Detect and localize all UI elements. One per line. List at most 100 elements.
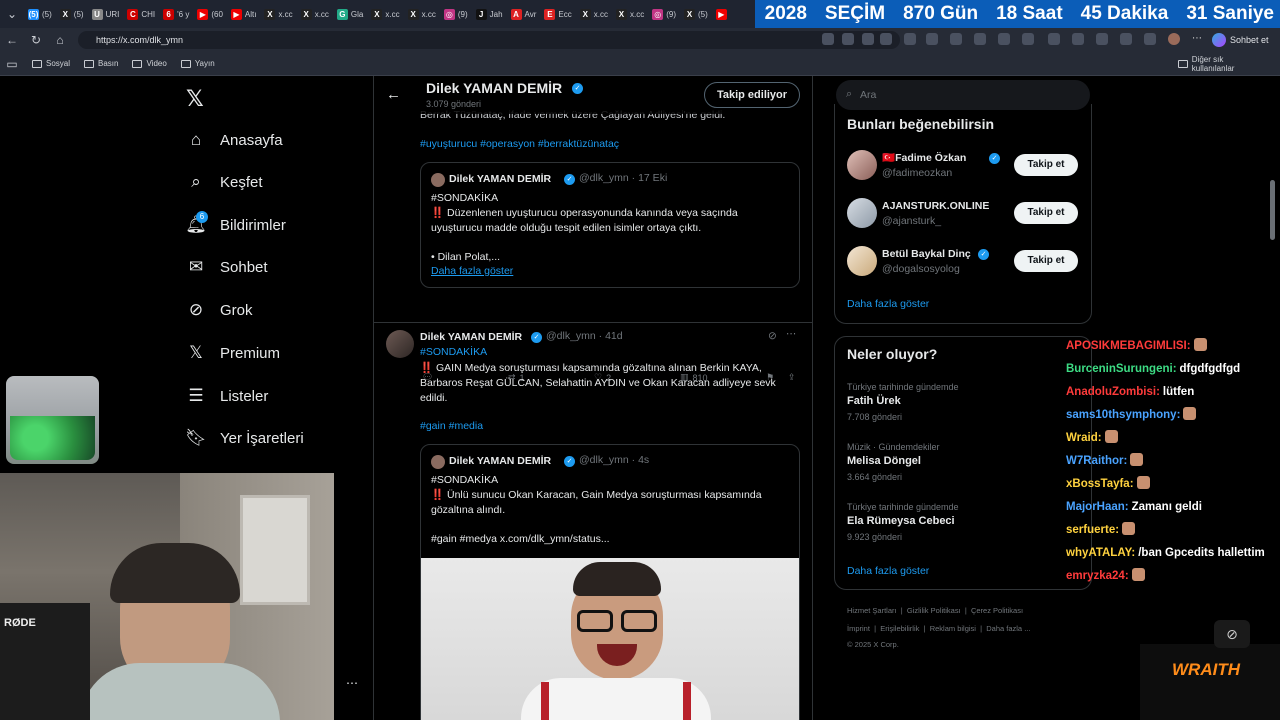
- favorite-star-icon[interactable]: [880, 33, 892, 45]
- avatar[interactable]: [847, 198, 877, 228]
- tweet-media-image[interactable]: [421, 558, 799, 720]
- tab-label[interactable]: URI: [106, 10, 120, 19]
- copilot-chat-label[interactable]: Sohbet et: [1230, 35, 1269, 45]
- extension-icon[interactable]: [998, 33, 1010, 45]
- quoted-tweet[interactable]: Dilek YAMAN DEMİR ✓ @dlk_ymn · 4s #SONDA…: [420, 444, 800, 720]
- browser-tab[interactable]: ◎ (9): [440, 2, 472, 26]
- browser-tab[interactable]: J Jah: [472, 2, 507, 26]
- nav-messages[interactable]: ✉ Sohbet: [186, 257, 268, 277]
- browser-tab[interactable]: Xx.cc: [260, 2, 296, 26]
- more-icon[interactable]: ⋯: [1192, 33, 1204, 45]
- browser-tab[interactable]: Xx.cc: [404, 2, 440, 26]
- bookmark-folder-sosyal[interactable]: Sosyal: [32, 59, 70, 68]
- split-screen-icon[interactable]: [1048, 33, 1060, 45]
- nav-bookmarks[interactable]: 🔖︎ Yer İşaretleri: [185, 428, 304, 448]
- tab-label[interactable]: (9): [666, 10, 676, 19]
- tab-label[interactable]: (5): [42, 10, 52, 19]
- nav-explore[interactable]: ⌕ Keşfet: [186, 172, 263, 192]
- browser-tab[interactable]: ▶ Altı: [227, 2, 261, 26]
- nav-label[interactable]: Premium: [220, 345, 280, 362]
- nav-label[interactable]: Keşfet: [220, 174, 263, 191]
- follow-button[interactable]: Takip et: [1014, 250, 1078, 272]
- browser-tab[interactable]: Xx.cc: [367, 2, 403, 26]
- browser-tab[interactable]: ▶: [712, 2, 734, 26]
- extension-icon[interactable]: [822, 33, 834, 45]
- tweet-hashtags[interactable]: #gain #media: [420, 420, 483, 432]
- browser-tab[interactable]: Xx.cc: [612, 2, 648, 26]
- browser-tab[interactable]: 6'6 y: [159, 2, 193, 26]
- browser-tab[interactable]: A Avr: [507, 2, 541, 26]
- url-text[interactable]: https://x.com/dlk_ymn: [96, 35, 183, 45]
- more-dots-icon[interactable]: ⋯: [346, 676, 358, 690]
- footer-link[interactable]: Hizmet Şartları: [847, 606, 897, 615]
- copilot-chat-button[interactable]: Sohbet et: [1212, 30, 1269, 50]
- avatar[interactable]: [847, 150, 877, 180]
- tweet-author-name[interactable]: Dilek YAMAN DEMİR: [420, 330, 522, 345]
- tab-label[interactable]: Avr: [525, 10, 537, 19]
- other-bookmarks-label[interactable]: Diğer sık kullanılanlar: [1192, 55, 1266, 73]
- tab-label[interactable]: (9): [458, 10, 468, 19]
- tab-label[interactable]: (60: [211, 10, 223, 19]
- follow-button[interactable]: Takip et: [1014, 202, 1078, 224]
- x-logo-icon[interactable]: 𝕏: [186, 86, 204, 112]
- tab-menu-icon[interactable]: ⌄: [0, 7, 24, 21]
- bookmark-folder-yayin[interactable]: Yayın: [180, 59, 215, 68]
- browser-tab[interactable]: ▶ (60: [193, 2, 227, 26]
- bookmark-folder-video[interactable]: Video: [132, 59, 167, 68]
- nav-label[interactable]: Anasayfa: [220, 132, 283, 149]
- extension-icon[interactable]: [1120, 33, 1132, 45]
- browser-tab[interactable]: E Ecc: [540, 2, 575, 26]
- footer-link[interactable]: Gizlilik Politikası: [907, 606, 961, 615]
- footer-link[interactable]: Çerez Politikası: [971, 606, 1023, 615]
- show-more-trends[interactable]: Daha fazla göster: [847, 565, 929, 577]
- url-field[interactable]: https://x.com/dlk_ymn: [78, 31, 900, 49]
- back-icon[interactable]: ←: [0, 33, 24, 47]
- nav-label[interactable]: Bildirimler: [220, 217, 286, 234]
- browser-tab[interactable]: (5) (5): [24, 2, 56, 26]
- avatar[interactable]: [386, 330, 414, 358]
- tweet-hashtags[interactable]: #uyuşturucu #operasyon #berraktüzünataç: [420, 138, 619, 150]
- suggested-user-name[interactable]: AJANSTURK.ONLINE: [882, 199, 989, 214]
- footer-link[interactable]: Erişilebilirlik: [880, 624, 919, 633]
- read-aloud-icon[interactable]: [862, 33, 874, 45]
- extension-icon[interactable]: [926, 33, 938, 45]
- favorites-icon[interactable]: [1072, 33, 1084, 45]
- nav-grok[interactable]: ⊘ Grok: [186, 300, 253, 320]
- browser-tab[interactable]: ◎ (9): [648, 2, 680, 26]
- browser-tab[interactable]: U URI: [88, 2, 124, 26]
- browser-tab[interactable]: C CHI: [123, 2, 159, 26]
- trend-item[interactable]: Ela Rümeysa Cebeci: [847, 515, 955, 527]
- tab-label[interactable]: x.cc: [315, 10, 329, 19]
- extension-icon[interactable]: [904, 33, 916, 45]
- nav-label[interactable]: Sohbet: [220, 259, 268, 276]
- tab-label[interactable]: CHI: [141, 10, 155, 19]
- footer-link[interactable]: İmprint: [847, 624, 870, 633]
- tab-label[interactable]: Jah: [490, 10, 503, 19]
- nav-home[interactable]: ⌂ Anasayfa: [186, 130, 283, 150]
- tab-label[interactable]: (5): [74, 10, 84, 19]
- bookmark-label[interactable]: Basın: [98, 59, 118, 68]
- suggested-user-name[interactable]: Betül Baykal Dinç: [882, 247, 971, 262]
- bookmark-label[interactable]: Video: [146, 59, 166, 68]
- extension-icon[interactable]: [1144, 33, 1156, 45]
- reload-icon[interactable]: ↻: [24, 33, 48, 47]
- suggested-user-name[interactable]: 🇹🇷Fadime Özkan: [882, 151, 966, 166]
- tab-label[interactable]: (5): [698, 10, 708, 19]
- tab-label[interactable]: x.cc: [594, 10, 608, 19]
- extension-icon[interactable]: [1022, 33, 1034, 45]
- browser-tab[interactable]: Xx.cc: [297, 2, 333, 26]
- nav-premium[interactable]: 𝕏 Premium: [186, 343, 280, 363]
- nav-label[interactable]: Yer İşaretleri: [220, 430, 304, 447]
- following-button[interactable]: Takip ediliyor: [704, 82, 800, 108]
- nav-label[interactable]: Listeler: [220, 388, 268, 405]
- avatar[interactable]: [847, 246, 877, 276]
- tab-label[interactable]: Gla: [351, 10, 363, 19]
- footer-link[interactable]: Daha fazla ...: [986, 624, 1030, 633]
- trend-item[interactable]: Fatih Ürek: [847, 395, 901, 407]
- bookmark-folder-basin[interactable]: Basın: [84, 59, 118, 68]
- more-options-icon[interactable]: ⋯: [786, 328, 797, 340]
- zoom-icon[interactable]: [842, 33, 854, 45]
- browser-tab[interactable]: Xx.cc: [576, 2, 612, 26]
- search-placeholder[interactable]: Ara: [860, 89, 876, 101]
- grok-explain-icon[interactable]: ⊘: [768, 330, 777, 342]
